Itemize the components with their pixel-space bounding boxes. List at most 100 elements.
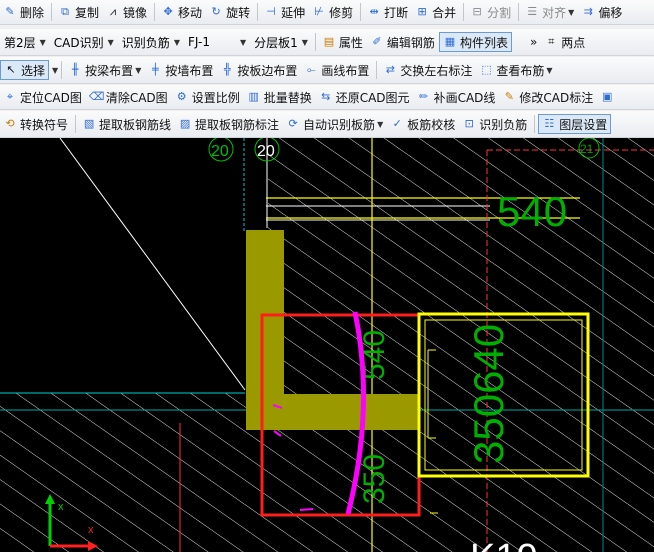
edit-label-icon: ✎ xyxy=(504,90,515,103)
pencil-icon: ✏ xyxy=(418,90,429,103)
edit-rebar-button[interactable]: ✐ 编辑钢筋 xyxy=(367,32,438,52)
edit-toolbar: ✎ 删除 ⧉ 复制 ⩘ 镜像 ✥ 移动 ↻ 旋转 ⊣ 延伸 ⊬ 修剪 ⇹ 打断 ⊞ 合并 ⊟ 分割 … xyxy=(0,0,654,25)
swap-icon: ⇄ xyxy=(385,63,395,76)
properties-button[interactable]: ▤ 属性 xyxy=(319,32,366,52)
recognize-neg-button[interactable]: ⊡ 识别负筋 xyxy=(459,114,530,134)
merge-button[interactable]: ⊞ 合并 xyxy=(412,2,459,22)
layered-board-select[interactable]: 分层板1 ▼ xyxy=(250,32,312,52)
hatch-region-lower xyxy=(0,393,268,552)
batch-replace-button[interactable]: ▥ 批量替换 xyxy=(244,87,315,107)
floor-select[interactable]: 第2层 ▼ xyxy=(0,32,50,52)
place-by-beam-button[interactable]: ╫ 按梁布置 ▼ xyxy=(65,60,144,80)
replace-icon: ▥ xyxy=(248,90,259,103)
component-list-button[interactable]: ▦ 构件列表 xyxy=(438,32,512,52)
slab-edge-icon: ╬ xyxy=(224,63,231,76)
auto-icon: ⟳ xyxy=(288,117,298,130)
mirror-button[interactable]: ⩘ 镜像 xyxy=(103,2,150,22)
two-point-icon: ⌗ xyxy=(548,35,555,48)
chevron-down-icon: ▼ xyxy=(107,37,114,47)
auto-recognize-button[interactable]: ⟳ 自动识别板筋 ▼ xyxy=(283,114,386,134)
extract-label-icon: ▨ xyxy=(179,117,191,130)
separator xyxy=(314,33,316,51)
check-icon: ✓ xyxy=(392,117,402,130)
rebar-icon: ✐ xyxy=(372,35,382,48)
rotate-button[interactable]: ↻ 旋转 xyxy=(206,2,253,22)
extend-button[interactable]: ⊣ 延伸 xyxy=(261,2,308,22)
place-by-slab-edge-button[interactable]: ╬ 按板边布置 xyxy=(217,60,300,80)
overflow-icon[interactable]: ▣ xyxy=(597,87,620,107)
rotate-icon: ↻ xyxy=(211,5,221,18)
dimension-text-vertical: 350640 xyxy=(465,324,512,464)
layer-settings-button[interactable]: ☷ 图层设置 xyxy=(538,114,612,134)
list-icon: ▦ xyxy=(444,35,456,48)
two-point-button[interactable]: ⌗ 两点 xyxy=(541,32,588,52)
delete-button[interactable]: ✎ 删除 xyxy=(0,2,47,22)
more-tools-button[interactable]: » xyxy=(527,32,540,52)
extract-slab-rebar-button[interactable]: ▧ 提取板钢筋线 xyxy=(79,114,174,134)
trim-icon: ⊬ xyxy=(314,5,324,18)
layer-toolbar: 第2层 ▼ CAD识别 ▼ 识别负筋 ▼ FJ-1 ▼ 分层板1 ▼ ▤ 属性 ✐ 编辑钢筋 … xyxy=(0,29,654,56)
add-cad-line-button[interactable]: ✏ 补画CAD线 xyxy=(414,87,499,107)
drawing-canvas[interactable]: 20 20 21 540 350640 540 350 x x K10 xyxy=(0,138,654,552)
view-rebar-button[interactable]: ⬚ 查看布筋 ▼ xyxy=(476,60,555,80)
swap-labels-button[interactable]: ⇄ 交换左右标注 xyxy=(380,60,475,80)
convert-symbol-button[interactable]: ⟲ 转换符号 xyxy=(0,114,71,134)
copy-button[interactable]: ⧉ 复制 xyxy=(55,2,102,22)
split-button[interactable]: ⊟ 分割 xyxy=(467,2,514,22)
separator xyxy=(257,3,259,21)
line-icon: ⟜ xyxy=(306,63,316,76)
chevron-down-icon[interactable]: ▼ xyxy=(52,66,58,75)
separator xyxy=(463,3,465,21)
recognize-icon: ⊡ xyxy=(464,117,474,130)
clear-cad-button[interactable]: ⌫ 清除CAD图 xyxy=(86,87,171,107)
extend-icon: ⊣ xyxy=(266,5,276,18)
more-icon: ▣ xyxy=(602,90,613,103)
cad-drawing[interactable]: 20 20 21 540 350640 540 350 x x K10 xyxy=(0,138,654,552)
move-button[interactable]: ✥ 移动 xyxy=(158,2,205,22)
separator xyxy=(518,3,520,21)
restore-cad-button[interactable]: ⇆ 还原CAD图元 xyxy=(316,87,413,107)
hatch-region xyxy=(268,138,654,552)
beam-icon: ╫ xyxy=(71,63,79,76)
rebar-check-button[interactable]: ✓ 板筋校核 xyxy=(387,114,458,134)
place-by-wall-button[interactable]: ╪ 按墙布置 xyxy=(145,60,216,80)
separator xyxy=(51,3,53,21)
separator xyxy=(360,3,362,21)
trim-button[interactable]: ⊬ 修剪 xyxy=(309,2,356,22)
extract-slab-label-button[interactable]: ▨ 提取板钢筋标注 xyxy=(175,114,282,134)
select-button[interactable]: ↖ 选择 xyxy=(0,60,50,80)
locate-cad-button[interactable]: ⌖ 定位CAD图 xyxy=(0,87,85,107)
chevron-down-icon: ▼ xyxy=(568,7,575,17)
properties-icon: ▤ xyxy=(323,35,335,48)
dimension-text: 540 xyxy=(497,188,567,235)
wall-icon: ╪ xyxy=(152,63,159,76)
chevron-down-icon: ▼ xyxy=(301,37,308,47)
axis-label: 21 xyxy=(580,142,594,156)
layers-icon: ☷ xyxy=(544,117,555,130)
modify-cad-label-button[interactable]: ✎ 修改CAD标注 xyxy=(499,87,596,107)
offset-button[interactable]: ⇉ 偏移 xyxy=(578,2,625,22)
locate-icon: ⌖ xyxy=(6,90,14,103)
axis-label: 20 xyxy=(257,143,275,160)
chevron-down-icon: ▼ xyxy=(546,65,553,75)
align-dropdown[interactable]: ☰ 对齐 ▼ xyxy=(522,2,577,22)
break-button[interactable]: ⇹ 打断 xyxy=(364,2,411,22)
component-name-select[interactable]: FJ-1 ▼ xyxy=(184,32,250,52)
separator xyxy=(534,115,536,133)
category-select[interactable]: CAD识别 ▼ xyxy=(50,32,118,52)
break-icon: ⇹ xyxy=(369,5,379,18)
draw-line-button[interactable]: ⟜ 画线布置 xyxy=(301,60,372,80)
set-scale-button[interactable]: ⚙ 设置比例 xyxy=(172,87,243,107)
convert-icon: ⟲ xyxy=(5,117,15,130)
svg-text:x: x xyxy=(58,501,64,513)
svg-text:x: x xyxy=(88,524,94,536)
copy-icon: ⧉ xyxy=(61,5,69,18)
axis-label: 20 xyxy=(211,143,229,160)
component-type-select[interactable]: 识别负筋 ▼ xyxy=(118,32,184,52)
diagonal-line xyxy=(59,138,246,391)
separator xyxy=(75,115,77,133)
chevron-down-icon: ▼ xyxy=(173,37,180,47)
extract-icon: ▧ xyxy=(83,117,95,130)
eraser-icon: ✎ xyxy=(5,5,15,18)
rebar-tick xyxy=(299,508,314,511)
